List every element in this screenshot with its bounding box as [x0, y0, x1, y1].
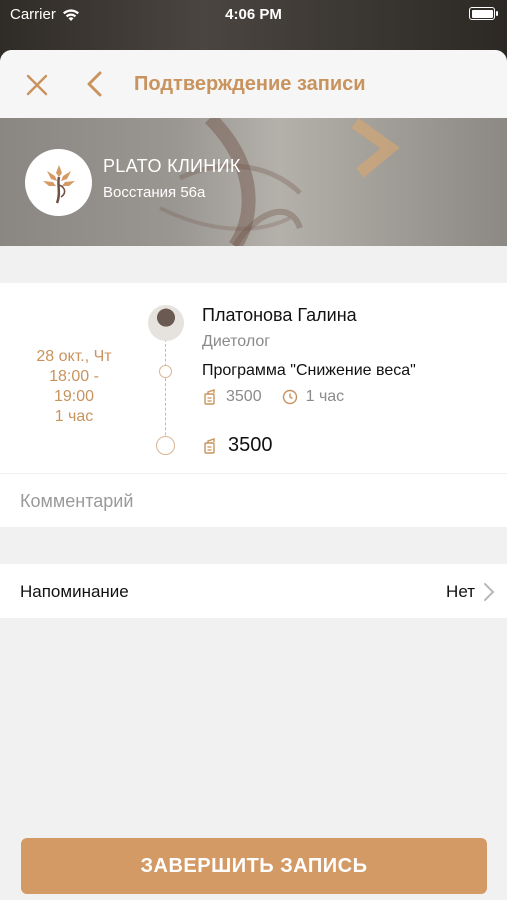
timeline-line — [165, 339, 166, 445]
appointment-time-start: 18:00 - — [49, 368, 99, 385]
appointment-time-end: 19:00 — [53, 388, 95, 405]
comment-input[interactable] — [0, 474, 507, 528]
reminder-label: Напоминание — [20, 582, 129, 601]
battery-icon — [469, 7, 498, 20]
timeline-end-dot — [156, 436, 175, 455]
page-title: Подтверждение записи — [134, 73, 366, 95]
clinic-banner[interactable]: PLATO КЛИНИК Восстания 56а — [0, 118, 507, 246]
total-price-row: 3500 — [202, 434, 273, 457]
avatar — [148, 305, 184, 341]
service-duration: 1 час — [305, 388, 345, 405]
reminder-row[interactable]: Напоминание Нет — [0, 564, 507, 618]
clinic-logo-icon — [42, 164, 75, 203]
timeline-dot — [159, 365, 172, 378]
doctor-name: Платонова Галина — [202, 305, 357, 325]
clinic-name: PLATO КЛИНИК — [103, 156, 241, 176]
price-tag-icon — [204, 437, 215, 454]
clinic-address: Восстания 56а — [103, 184, 206, 201]
service-meta: 3500 1 час — [202, 388, 344, 406]
service-price: 3500 — [226, 388, 262, 405]
nav-bar: Подтверждение записи — [0, 50, 507, 118]
close-icon[interactable] — [22, 70, 52, 100]
appointment-duration: 1 час — [54, 408, 94, 425]
chevron-right-icon — [484, 583, 495, 601]
clock-icon — [282, 389, 297, 405]
clinic-logo — [25, 149, 92, 216]
back-chevron-icon[interactable] — [80, 68, 110, 100]
reminder-value: Нет — [446, 582, 475, 601]
status-bar: Carrier 4:06 PM — [0, 0, 507, 28]
total-price: 3500 — [228, 434, 273, 456]
appointment-datetime: 28 окт., Чт 18:00 - 19:00 1 час — [18, 347, 130, 427]
price-tag-icon — [204, 389, 215, 405]
comment-row — [0, 473, 507, 528]
finish-booking-button[interactable]: ЗАВЕРШИТЬ ЗАПИСЬ — [21, 838, 487, 894]
appointment-date: 28 окт., Чт — [36, 348, 112, 365]
booking-sheet: Подтверждение записи PLATO КЛИНИК Восста… — [0, 50, 507, 900]
doctor-role: Диетолог — [202, 333, 271, 350]
status-time: 4:06 PM — [225, 6, 282, 23]
appointment-card: 28 окт., Чт 18:00 - 19:00 1 час Платонов… — [0, 283, 507, 473]
service-name: Программа "Снижение веса" — [202, 362, 416, 379]
